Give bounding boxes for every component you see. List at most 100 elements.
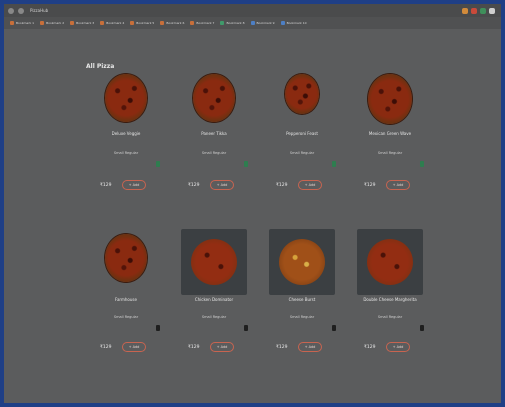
crust-label: Regular bbox=[212, 315, 227, 319]
pizza-name: Cheese Burst bbox=[288, 297, 316, 302]
bookmark-icon bbox=[10, 21, 14, 25]
bookmark-item[interactable]: Bookmark 5 bbox=[130, 21, 154, 25]
crust-label: Regular bbox=[388, 315, 403, 319]
add-to-cart-button[interactable]: + Add bbox=[122, 180, 146, 190]
pizza-price: ₹129 bbox=[100, 345, 112, 350]
pizza-name: Chicken Dominator bbox=[194, 297, 234, 302]
pizza-price: ₹129 bbox=[276, 345, 288, 350]
size-label: Small bbox=[289, 315, 300, 319]
forward-icon[interactable] bbox=[18, 7, 24, 14]
crust-label: Regular bbox=[124, 151, 139, 155]
pizza-image[interactable] bbox=[368, 74, 412, 124]
size-label: Small bbox=[201, 315, 212, 319]
size-label: Small bbox=[201, 151, 212, 155]
pizza-card[interactable]: Double Cheese Margherita Small Regular ₹12… bbox=[350, 229, 430, 379]
crust-label: Regular bbox=[124, 315, 139, 319]
pizza-card[interactable]: Mexican Green Wave Small Regular ₹129 + Add bbox=[350, 69, 430, 219]
size-label: Small bbox=[289, 151, 300, 155]
pizza-icon bbox=[279, 239, 325, 285]
menu-icon[interactable] bbox=[489, 7, 495, 14]
pizza-options[interactable]: Small Regular bbox=[86, 151, 166, 155]
crust-label: Regular bbox=[212, 151, 227, 155]
pizza-image[interactable] bbox=[357, 229, 423, 295]
pizza-price: ₹129 bbox=[188, 345, 200, 350]
veg-indicator-icon bbox=[244, 325, 248, 331]
bookmark-item[interactable]: Bookmark 2 bbox=[40, 21, 64, 25]
pizza-options[interactable]: Small Regular bbox=[174, 151, 254, 155]
pizza-icon bbox=[367, 239, 413, 285]
add-to-cart-button[interactable]: + Add bbox=[122, 342, 146, 352]
bookmark-label: Bookmark 5 bbox=[136, 21, 155, 25]
add-to-cart-button[interactable]: + Add bbox=[210, 180, 234, 190]
bookmark-item[interactable]: Bookmark 1 bbox=[10, 21, 34, 25]
pizza-options[interactable]: Small Regular bbox=[262, 315, 342, 319]
veg-indicator-icon bbox=[420, 325, 424, 331]
pizza-image[interactable] bbox=[105, 234, 147, 282]
veg-indicator-icon bbox=[332, 325, 336, 331]
browser-tab-title[interactable]: PizzaHub bbox=[30, 8, 48, 13]
pizza-image[interactable] bbox=[181, 229, 247, 295]
bookmark-item[interactable]: Bookmark 4 bbox=[100, 21, 124, 25]
pizza-options[interactable]: Small Regular bbox=[350, 151, 430, 155]
pizza-card[interactable]: Cheese Burst Small Regular ₹129 + Add bbox=[262, 229, 342, 379]
bookmark-icon bbox=[160, 21, 165, 25]
pizza-options[interactable]: Small Regular bbox=[262, 151, 342, 155]
add-to-cart-button[interactable]: + Add bbox=[298, 180, 322, 190]
bookmark-label: Bookmark 9 bbox=[256, 21, 275, 25]
bookmark-item[interactable]: Bookmark 10 bbox=[280, 21, 307, 25]
menu-page: All Pizza Deluxe Veggie Small Regular ₹129… bbox=[4, 29, 501, 403]
browser-window: PizzaHub Bookmark 1 Bookmark 2 Bookmark 3B… bbox=[4, 4, 501, 403]
pizza-options[interactable]: Small Regular bbox=[174, 315, 254, 319]
pizza-card[interactable]: Paneer Tikka Small Regular ₹129 + Add bbox=[174, 69, 254, 219]
pizza-options[interactable]: Small Regular bbox=[86, 315, 166, 319]
veg-indicator-icon bbox=[156, 325, 160, 331]
size-label: Small bbox=[113, 315, 124, 319]
veg-indicator-icon bbox=[244, 161, 248, 167]
bookmark-label: Bookmark 10 bbox=[286, 21, 307, 25]
pizza-card[interactable]: Pepperoni Feast Small Regular ₹129 + Add bbox=[262, 69, 342, 219]
back-icon[interactable] bbox=[8, 7, 14, 14]
bookmark-icon bbox=[220, 21, 225, 25]
veg-indicator-icon bbox=[420, 161, 424, 167]
window-controls bbox=[462, 7, 495, 14]
add-to-cart-button[interactable]: + Add bbox=[298, 342, 322, 352]
crust-label: Regular bbox=[388, 151, 403, 155]
add-to-cart-button[interactable]: + Add bbox=[386, 180, 410, 190]
bookmark-label: Bookmark 2 bbox=[46, 21, 65, 25]
pizza-name: Paneer Tikka bbox=[201, 131, 227, 136]
bookmark-item[interactable]: Bookmark 8 bbox=[220, 21, 245, 25]
pizza-card[interactable]: Deluxe Veggie Small Regular ₹129 + Add bbox=[86, 69, 166, 219]
extension-icon-3[interactable] bbox=[480, 7, 486, 14]
pizza-image[interactable] bbox=[193, 74, 235, 122]
size-label: Small bbox=[377, 315, 388, 319]
pizza-image[interactable] bbox=[269, 229, 335, 295]
pizza-card[interactable]: Chicken Dominator Small Regular ₹129 + Add bbox=[174, 229, 254, 379]
add-to-cart-button[interactable]: + Add bbox=[210, 342, 234, 352]
pizza-image[interactable] bbox=[105, 74, 147, 122]
pizza-price: ₹129 bbox=[276, 183, 288, 188]
pizza-price: ₹129 bbox=[100, 183, 112, 188]
crust-label: Regular bbox=[300, 151, 315, 155]
pizza-price: ₹129 bbox=[364, 345, 376, 350]
bookmark-icon bbox=[280, 21, 285, 25]
pizza-name: Mexican Green Wave bbox=[368, 131, 412, 136]
pizza-price: ₹129 bbox=[364, 183, 376, 188]
pizza-options[interactable]: Small Regular bbox=[350, 315, 430, 319]
bookmark-icon bbox=[70, 21, 75, 25]
size-label: Small bbox=[113, 151, 124, 155]
pizza-image[interactable] bbox=[285, 74, 319, 114]
extension-icon-2[interactable] bbox=[471, 7, 477, 14]
bookmark-item[interactable]: Bookmark 3 bbox=[70, 21, 94, 25]
bookmark-icon bbox=[190, 21, 195, 25]
bookmark-item[interactable]: Bookmark 9 bbox=[250, 21, 275, 25]
extension-icon-1[interactable] bbox=[462, 7, 468, 14]
bookmarks-bar: Bookmark 1 Bookmark 2 Bookmark 3 Bookmark 4… bbox=[4, 17, 501, 29]
bookmark-item[interactable]: Bookmark 6 bbox=[160, 21, 184, 25]
bookmark-icon bbox=[40, 21, 45, 25]
pizza-card[interactable]: Farmhouse Small Regular ₹129 + Add bbox=[86, 229, 166, 379]
bookmark-item[interactable]: Bookmark 7 bbox=[190, 21, 214, 25]
pizza-price: ₹129 bbox=[188, 183, 200, 188]
pizza-name: Deluxe Veggie bbox=[111, 131, 141, 136]
browser-tab-bar: PizzaHub bbox=[4, 4, 501, 17]
add-to-cart-button[interactable]: + Add bbox=[386, 342, 410, 352]
